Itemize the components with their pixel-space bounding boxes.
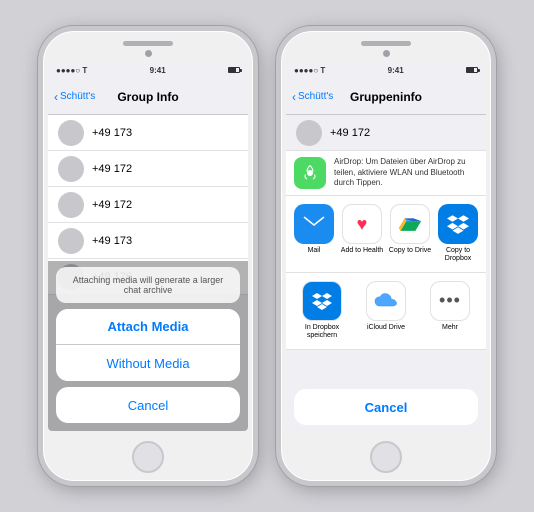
contact-row-3: +49 173	[48, 223, 248, 259]
dropbox-action-icon	[302, 281, 342, 321]
app-item-mail[interactable]: Mail	[292, 204, 336, 264]
contact-number-2: +49 172	[92, 199, 132, 211]
app-item-drive[interactable]: Copy to Drive	[388, 204, 432, 264]
speaker-right	[361, 41, 411, 46]
share-sheet: AirDrop: Um Dateien über AirDrop zu teil…	[286, 151, 486, 431]
battery-icon-left	[228, 67, 240, 73]
battery-icon-right	[466, 67, 478, 73]
drive-icon	[390, 204, 430, 244]
avatar-2	[58, 192, 84, 218]
app-label-drive: Copy to Drive	[389, 247, 431, 255]
camera-left	[145, 50, 152, 57]
screen-right: ●●●●○ T 9:41 ‹ Schütt's Gruppeninfo +49 …	[286, 61, 486, 431]
app-label-mail: Mail	[308, 247, 321, 255]
action-label-dropbox: In Dropbox speichern	[300, 324, 344, 341]
more-icon: •••	[430, 281, 470, 321]
without-media-button[interactable]: Without Media	[56, 345, 240, 381]
carrier-right: ●●●●○ T	[294, 66, 325, 75]
chevron-left-icon: ‹	[54, 90, 58, 104]
icloud-icon	[366, 281, 406, 321]
time-right: 9:41	[388, 66, 404, 75]
contact-number-right: +49 172	[330, 127, 370, 139]
time-left: 9:41	[150, 66, 166, 75]
attach-media-button[interactable]: Attach Media	[56, 309, 240, 345]
airdrop-icon	[294, 157, 326, 189]
contact-row-0: +49 173	[48, 115, 248, 151]
contact-number-1: +49 172	[92, 163, 132, 175]
app-item-health[interactable]: ♥ Add to Health	[340, 204, 384, 264]
phone-right: ●●●●○ T 9:41 ‹ Schütt's Gruppeninfo +49 …	[276, 26, 496, 486]
back-label-right: Schütt's	[298, 91, 333, 102]
avatar-1	[58, 156, 84, 182]
home-button-left[interactable]	[132, 441, 164, 473]
contact-row-right: +49 172	[286, 115, 486, 151]
contact-row-1: +49 172	[48, 151, 248, 187]
airdrop-row: AirDrop: Um Dateien über AirDrop zu teil…	[286, 151, 486, 196]
action-item-more[interactable]: ••• Mehr	[428, 281, 472, 341]
contact-row-2: +49 172	[48, 187, 248, 223]
health-icon: ♥	[342, 204, 382, 244]
chevron-right-icon: ‹	[292, 90, 296, 104]
app-icons-row: Mail ♥ Add to Health	[286, 196, 486, 273]
dialog-actions: Attach Media Without Media	[56, 309, 240, 381]
avatar-right	[296, 120, 322, 146]
cancel-button-right[interactable]: Cancel	[294, 389, 478, 425]
status-bar-right: ●●●●○ T 9:41	[286, 61, 486, 79]
avatar-0	[58, 120, 84, 146]
app-item-dropbox[interactable]: Copy to Dropbox	[436, 204, 480, 264]
action-label-icloud: iCloud Drive	[367, 324, 405, 332]
action-item-dropbox[interactable]: In Dropbox speichern	[300, 281, 344, 341]
action-label-more: Mehr	[442, 324, 458, 332]
app-label-health: Add to Health	[341, 247, 383, 255]
dropbox-icon	[438, 204, 478, 244]
battery-area-left	[228, 67, 240, 73]
cancel-button-left[interactable]: Cancel	[56, 387, 240, 423]
nav-title-left: Group Info	[117, 90, 178, 104]
speaker-left	[123, 41, 173, 46]
screen-left: ●●●●○ T 9:41 ‹ Schütt's Group Info +49 1…	[48, 61, 248, 431]
action-item-icloud[interactable]: iCloud Drive	[364, 281, 408, 341]
nav-title-right: Gruppeninfo	[350, 90, 422, 104]
battery-area-right	[466, 67, 478, 73]
phone-left: ●●●●○ T 9:41 ‹ Schütt's Group Info +49 1…	[38, 26, 258, 486]
avatar-3	[58, 228, 84, 254]
actions-row: In Dropbox speichern iCloud Drive •••	[286, 273, 486, 350]
mail-icon	[294, 204, 334, 244]
airdrop-description: AirDrop: Um Dateien über AirDrop zu teil…	[334, 157, 478, 188]
dialog-message: Attaching media will generate a larger c…	[56, 267, 240, 303]
status-bar-left: ●●●●○ T 9:41	[48, 61, 248, 79]
home-button-right[interactable]	[370, 441, 402, 473]
app-label-dropbox: Copy to Dropbox	[436, 247, 480, 264]
nav-bar-right: ‹ Schütt's Gruppeninfo	[286, 79, 486, 115]
carrier-left: ●●●●○ T	[56, 66, 87, 75]
dialog-overlay: Attaching media will generate a larger c…	[48, 261, 248, 431]
contact-number-3: +49 173	[92, 235, 132, 247]
contact-number-0: +49 173	[92, 127, 132, 139]
nav-bar-left: ‹ Schütt's Group Info	[48, 79, 248, 115]
back-label-left: Schütt's	[60, 91, 95, 102]
nav-back-left[interactable]: ‹ Schütt's	[54, 90, 95, 104]
nav-back-right[interactable]: ‹ Schütt's	[292, 90, 333, 104]
camera-right	[383, 50, 390, 57]
